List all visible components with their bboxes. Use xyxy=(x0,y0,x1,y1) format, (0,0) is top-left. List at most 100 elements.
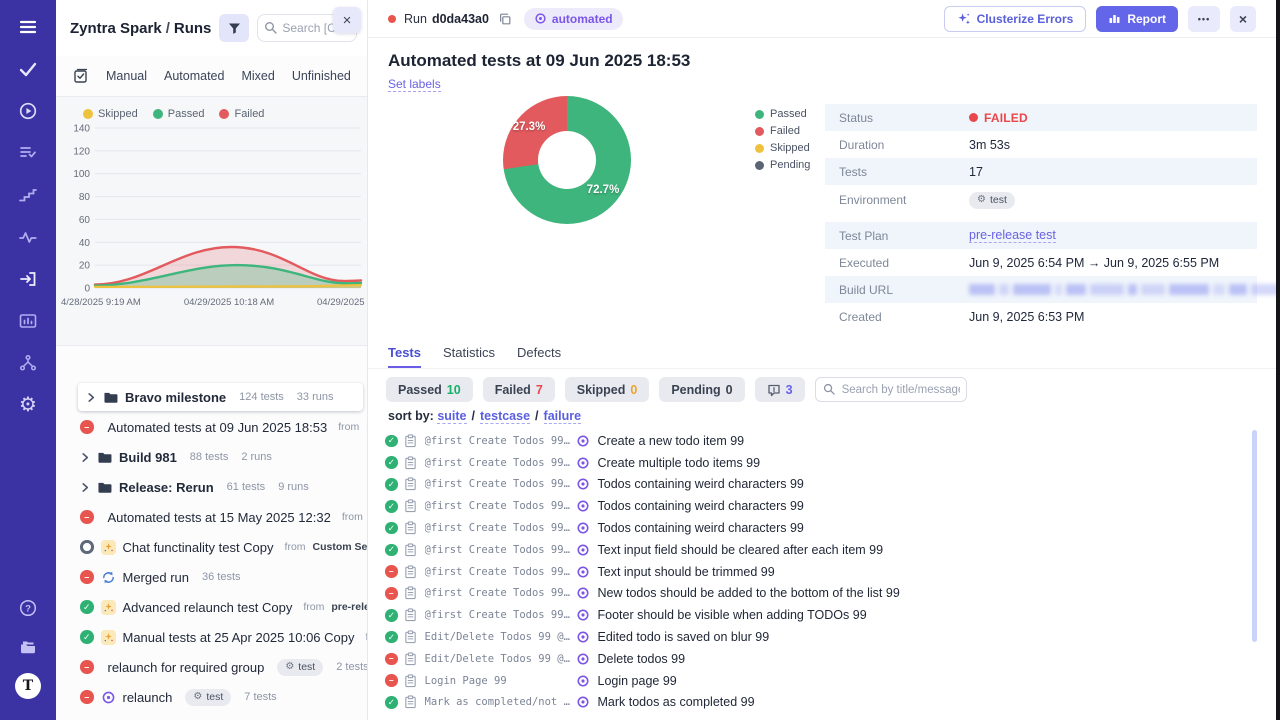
test-row[interactable]: @first Create Todos 99… Footer should be… xyxy=(368,604,1250,626)
test-status-icon xyxy=(385,609,398,622)
play-circle-icon[interactable] xyxy=(11,96,45,126)
sidebar-bottom: ? T xyxy=(11,593,45,720)
run-tests-count: 7 tests xyxy=(244,691,276,703)
test-row[interactable]: @first Create Todos 99… Todos containing… xyxy=(368,474,1250,496)
test-row[interactable]: Login Page 99 Login page 99 xyxy=(368,670,1250,692)
checks-icon[interactable] xyxy=(11,54,45,84)
tab-defects[interactable]: Defects xyxy=(517,345,561,368)
test-row[interactable]: @first Create Todos 99… Todos containing… xyxy=(368,495,1250,517)
close-run-button[interactable]: × xyxy=(1230,6,1256,32)
test-search-input[interactable] xyxy=(815,377,967,402)
branches-icon[interactable] xyxy=(11,348,45,378)
clusterize-errors-button[interactable]: Clusterize Errors xyxy=(944,6,1087,32)
panel-close-button[interactable]: × xyxy=(333,7,361,33)
activity-icon[interactable] xyxy=(11,222,45,252)
run-row[interactable]: Manual tests at 25 Apr 2025 10:06 Copy f… xyxy=(56,622,367,652)
tab-statistics[interactable]: Statistics xyxy=(443,345,495,368)
filter-failed-button[interactable]: Failed7 xyxy=(483,377,555,402)
test-status-icon xyxy=(385,696,398,709)
tab-automated[interactable]: Automated xyxy=(164,69,224,83)
test-suite: @first Create Todos 99… xyxy=(425,500,570,512)
run-row[interactable]: Advanced relaunch test Copy from pre-rel… xyxy=(56,592,367,622)
help-icon[interactable]: ? xyxy=(11,593,45,623)
more-button[interactable]: ••• xyxy=(1188,6,1220,32)
app-logo[interactable]: T xyxy=(11,671,45,701)
filter-comments-button[interactable]: 3 xyxy=(755,377,805,402)
tab-tests[interactable]: Tests xyxy=(388,345,421,368)
test-row[interactable]: Edit/Delete Todos 99 @… Edited todo is s… xyxy=(368,626,1250,648)
set-labels-link[interactable]: Set labels xyxy=(388,77,441,92)
report-button[interactable]: Report xyxy=(1096,6,1178,32)
detail-row-status: Status FAILED xyxy=(825,104,1257,131)
failed-dot-icon xyxy=(969,113,978,122)
test-list-scrollbar[interactable] xyxy=(1252,430,1257,642)
clipboard-icon xyxy=(404,630,417,644)
list-check-icon[interactable] xyxy=(11,138,45,168)
steps-icon[interactable] xyxy=(11,180,45,210)
test-status-icon xyxy=(385,435,398,448)
comment-icon xyxy=(767,383,781,397)
test-row[interactable]: @first Create Todos 99… Text input field… xyxy=(368,539,1250,561)
select-runs-icon[interactable] xyxy=(73,68,89,84)
run-folder-row[interactable]: Build 981 88 tests 2 runs xyxy=(56,442,367,472)
test-row[interactable]: @first Create Todos 99… Create multiple … xyxy=(368,452,1250,474)
sort-by-suite[interactable]: suite xyxy=(437,409,466,424)
test-row[interactable]: Mark as completed/not … Mark todos as co… xyxy=(368,692,1250,714)
analytics-icon[interactable] xyxy=(11,306,45,336)
test-status-icon xyxy=(385,587,398,600)
runs-icon[interactable] xyxy=(11,264,45,294)
trend-area-chart: 140 120 100 80 60 40 20 0 4/28/2025 9:19… xyxy=(59,122,365,318)
filter-button[interactable] xyxy=(219,14,249,42)
filter-passed-button[interactable]: Passed10 xyxy=(386,377,473,402)
run-row[interactable]: relaunch ⚙test 7 tests xyxy=(56,682,367,712)
filter-pending-button[interactable]: Pending0 xyxy=(659,377,744,402)
filter-skipped-button[interactable]: Skipped0 xyxy=(565,377,650,402)
run-row[interactable]: Automated tests at 09 Jun 2025 18:53 fro… xyxy=(56,412,367,442)
run-folder-row[interactable]: Bravo milestone 124 tests 33 runs xyxy=(78,383,363,411)
funnel-icon xyxy=(227,21,242,36)
tab-manual[interactable]: Manual xyxy=(106,69,147,83)
test-title: Create a new todo item 99 xyxy=(598,434,745,448)
chevron-right-icon[interactable] xyxy=(80,452,90,463)
menu-icon[interactable] xyxy=(11,12,45,42)
test-plan-link[interactable]: pre-release test xyxy=(969,228,1056,243)
test-row[interactable]: @first Create Todos 99… Todos containing… xyxy=(368,517,1250,539)
projects-folder-icon[interactable] xyxy=(11,632,45,662)
gear-icon: ⚙ xyxy=(193,692,202,702)
automated-run-icon xyxy=(576,543,590,557)
test-status-icon xyxy=(385,631,398,644)
test-title: Create multiple todo items 99 xyxy=(598,456,761,470)
passed-percent-label: 72.7% xyxy=(581,184,625,196)
skipped-dot-icon xyxy=(755,144,764,153)
automated-run-icon xyxy=(576,521,590,535)
test-suite: @first Create Todos 99… xyxy=(425,457,570,469)
run-folder-row[interactable]: Release: Rerun 61 tests 9 runs xyxy=(56,472,367,502)
status-value: FAILED xyxy=(969,111,1028,125)
search-icon xyxy=(823,383,835,395)
pending-dot-icon xyxy=(755,161,764,170)
svg-text:4/28/2025 9:19 AM: 4/28/2025 9:19 AM xyxy=(61,297,141,308)
svg-text:20: 20 xyxy=(79,261,91,272)
test-row[interactable]: Edit/Delete Todos 99 @… Delete todos 99 xyxy=(368,648,1250,670)
failed-percent-label: 27.3% xyxy=(507,121,551,133)
run-row[interactable]: Automated tests at 15 May 2025 12:32 fro… xyxy=(56,502,367,532)
sort-by-testcase[interactable]: testcase xyxy=(480,409,530,424)
environment-badge[interactable]: ⚙test xyxy=(969,192,1015,209)
run-row[interactable]: relaunch for required group ⚙test 2 test… xyxy=(56,652,367,682)
run-list: Bravo milestone 124 tests 33 runs Automa… xyxy=(56,382,367,720)
chevron-right-icon[interactable] xyxy=(80,482,90,493)
chevron-right-icon[interactable] xyxy=(86,392,96,403)
test-row[interactable]: @first Create Todos 99… Create a new tod… xyxy=(368,430,1250,452)
svg-text:04/29/2025 10:: 04/29/2025 10: xyxy=(317,297,365,308)
run-from-label: from xyxy=(303,601,324,613)
run-row[interactable]: Chat functinality test Copy from Custom … xyxy=(56,532,367,562)
settings-gear-icon[interactable]: ⚙ xyxy=(11,390,45,420)
tab-mixed[interactable]: Mixed xyxy=(241,69,274,83)
test-row[interactable]: @first Create Todos 99… Text input shoul… xyxy=(368,561,1250,583)
test-row[interactable]: @first Create Todos 99… New todos should… xyxy=(368,583,1250,605)
sort-by-failure[interactable]: failure xyxy=(544,409,582,424)
folder-tests-count: 61 tests xyxy=(227,481,266,493)
tab-unfinished[interactable]: Unfinished xyxy=(292,69,351,83)
copy-icon[interactable] xyxy=(498,12,512,26)
run-row[interactable]: Merged run 36 tests xyxy=(56,562,367,592)
